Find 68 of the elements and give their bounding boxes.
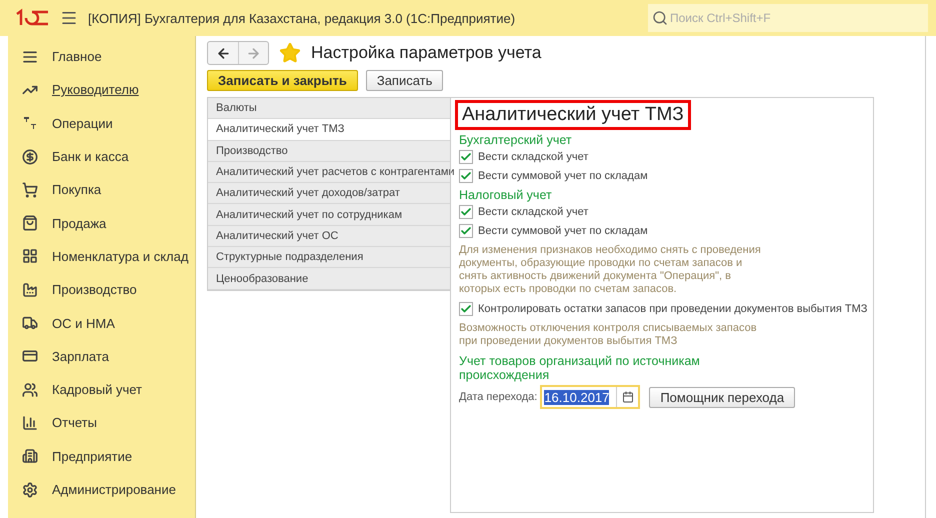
checkbox[interactable] bbox=[459, 150, 473, 164]
sidebar-item[interactable]: Главное bbox=[8, 40, 195, 74]
group-heading: Бухгалтерский учет bbox=[458, 133, 573, 147]
bar-chart-icon bbox=[22, 414, 38, 431]
sidebar-item[interactable]: Отчеты bbox=[8, 406, 195, 440]
wizard-button[interactable]: Помощник перехода bbox=[649, 386, 796, 408]
factory-icon bbox=[22, 282, 38, 298]
checkbox-row[interactable]: Вести складской учет bbox=[455, 202, 873, 221]
field-label: Дата перехода: bbox=[459, 391, 538, 403]
section-tab[interactable]: Аналитический учет по сотрудникам bbox=[208, 204, 450, 226]
save-button[interactable]: Записать bbox=[366, 70, 444, 91]
check-icon bbox=[460, 206, 472, 218]
date-field[interactable]: 16.10.2017 bbox=[540, 385, 640, 409]
checkbox-row[interactable]: Вести суммовой учет по складам bbox=[455, 166, 873, 185]
truck-icon bbox=[22, 315, 38, 332]
group-heading: Учет товаров организаций по источникам происхождения bbox=[458, 354, 701, 382]
sidebar-item[interactable]: Администрирование bbox=[8, 472, 195, 506]
sidebar-item[interactable]: ОС и НМА bbox=[8, 306, 195, 340]
sidebar-item[interactable]: Зарплата bbox=[8, 340, 195, 373]
checkbox[interactable] bbox=[459, 204, 473, 218]
window-title: [КОПИЯ] Бухгалтерия для Казахстана, редакция 3.0 (1С:Предприятие) bbox=[88, 10, 516, 26]
section-tab[interactable]: Аналитический учет доходов/затрат bbox=[208, 183, 450, 204]
menu-icon[interactable] bbox=[60, 9, 78, 27]
group-heading: Налоговый учет bbox=[458, 188, 553, 202]
sidebar-item[interactable]: Покупка bbox=[8, 173, 195, 206]
section-tab[interactable]: Валюты bbox=[208, 98, 450, 120]
sidebar-item[interactable]: Номенклатура и склад bbox=[8, 240, 195, 274]
section-tab[interactable]: Аналитический учет ОС bbox=[208, 226, 450, 248]
sidebar-item[interactable]: Руководителю bbox=[8, 73, 195, 107]
check-icon bbox=[460, 170, 472, 182]
check-icon bbox=[460, 224, 472, 236]
checkbox[interactable] bbox=[459, 302, 473, 316]
search-field[interactable]: Поиск Ctrl+Shift+F bbox=[648, 4, 928, 32]
sidebar-item[interactable]: Банк и касса bbox=[8, 140, 195, 174]
search-icon bbox=[652, 10, 668, 26]
bag-icon bbox=[22, 215, 38, 232]
section-tab[interactable]: Производство bbox=[208, 140, 450, 162]
star-icon[interactable] bbox=[279, 42, 301, 64]
building-icon bbox=[22, 448, 38, 464]
sidebar-item[interactable]: Кадровый учет bbox=[8, 372, 195, 406]
checkbox[interactable] bbox=[459, 168, 473, 182]
check-icon bbox=[460, 150, 472, 162]
checkbox-row[interactable]: Контролировать остатки запасов при проведении документов выбытия ТМЗ bbox=[455, 299, 873, 318]
arrow-right-icon bbox=[246, 46, 261, 60]
settings-icon bbox=[22, 482, 38, 498]
form-title: Настройка параметров учета bbox=[311, 43, 542, 63]
hint-text: Для изменения признаков необходимо снять с проведения документы, образующие проводки по счетам запасов и снять активность движений документа "Операция", в которых есть проводки по счетам запасов. bbox=[458, 244, 762, 296]
calendar-icon bbox=[622, 391, 634, 403]
coin-icon bbox=[22, 148, 38, 165]
section-tab[interactable]: Ценообразование bbox=[208, 268, 450, 290]
sidebar-item[interactable]: Операции bbox=[8, 106, 195, 140]
checkbox-row[interactable]: Вести суммовой учет по складам bbox=[455, 221, 873, 240]
check-icon bbox=[460, 302, 472, 314]
sidebar-item[interactable]: Предприятие bbox=[8, 440, 195, 473]
checkbox-row[interactable]: Вести складской учет bbox=[455, 147, 873, 166]
hint-text: Возможность отключения контроля списываемых запасов при проведении документов выбытия ТМЗ bbox=[458, 322, 758, 348]
section-title: Аналитический учет ТМЗ bbox=[455, 100, 691, 130]
card-icon bbox=[22, 348, 38, 364]
section-tab[interactable]: Структурные подразделения bbox=[208, 247, 450, 268]
grid-icon bbox=[22, 248, 38, 264]
logo bbox=[14, 8, 50, 28]
checkbox[interactable] bbox=[459, 224, 473, 238]
save-close-button[interactable]: Записать и закрыть bbox=[207, 70, 358, 91]
list-icon bbox=[22, 48, 38, 65]
sidebar-item[interactable]: Производство bbox=[8, 273, 195, 306]
people-icon bbox=[22, 382, 38, 398]
sidebar-item[interactable]: Продажа bbox=[8, 206, 195, 240]
cart-icon bbox=[22, 182, 38, 198]
